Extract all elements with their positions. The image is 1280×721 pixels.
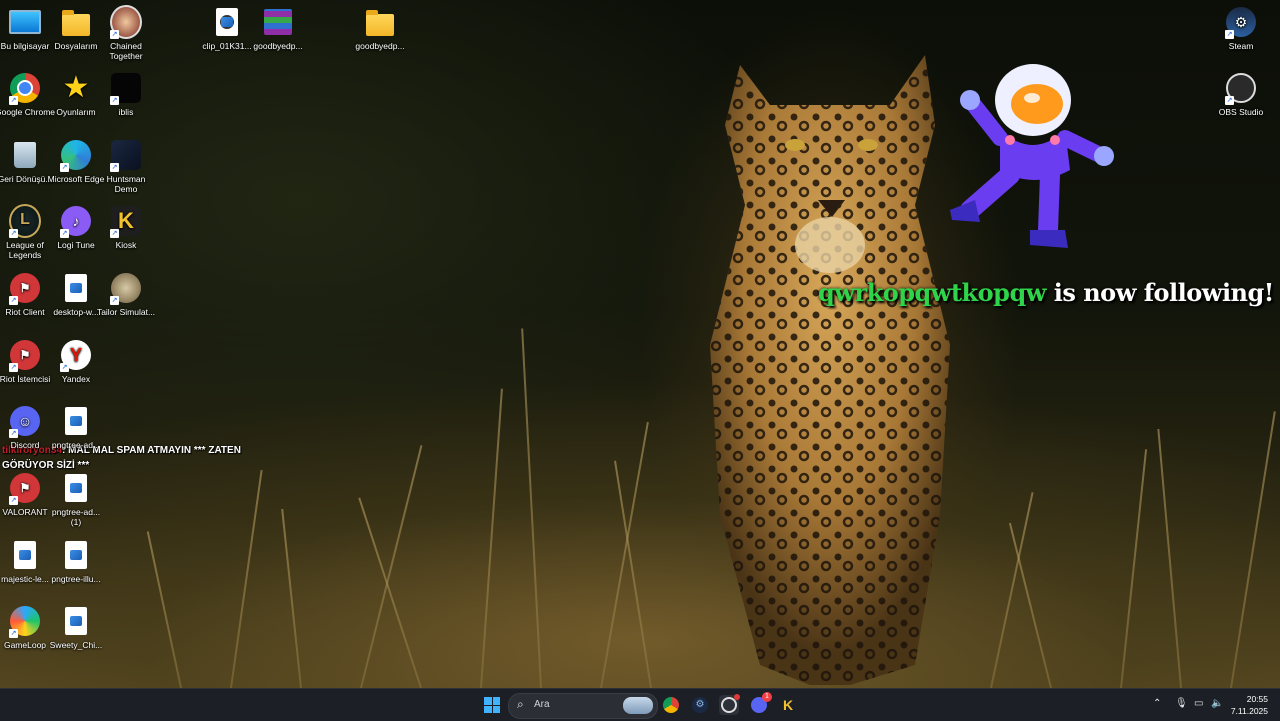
obs-icon: ↗ [1225,72,1257,105]
gameloop-icon: ↗ [9,605,41,638]
riot-icon: ⚑ ↗ [9,272,41,305]
desktop-icon-iblis[interactable]: ↗ iblis [96,72,156,117]
logi-tune-icon: ♪ ↗ [60,205,92,238]
chained-together-icon: ↗ [110,5,142,39]
desktop-icon-label: Yandex [61,374,91,384]
folder-icon [364,6,396,38]
desktop-icon-chained-together[interactable]: ↗ Chained Together [96,5,156,61]
leopard-wallpaper-image [710,55,950,685]
taskbar-chrome-icon[interactable] [661,695,681,715]
desktop-icon-label: pngtree-illu... [51,574,101,584]
taskbar-discord-icon[interactable]: 1 [749,692,772,715]
desktop-icon-kiosk[interactable]: K ↗ Kiosk [96,205,156,250]
winrar-archive-icon [262,6,294,38]
discord-icon: ☺ ↗ [9,405,41,438]
desktop-icon-yandex[interactable]: Y ↗ Yandex [46,339,106,384]
desktop-icon-label: Chained Together [109,41,143,61]
search-box[interactable]: ⌕ Ara [508,693,658,719]
image-file-icon [9,539,41,571]
desktop-icon-label: pngtree-ad... [51,440,101,450]
volume-icon[interactable]: 🔈 [1211,698,1223,710]
riot-icon: ⚑ ↗ [9,339,41,372]
chevron-up-icon[interactable]: ⌃ [1153,698,1161,710]
folder-icon [60,6,92,38]
desktop-icon-label: Steam [1228,41,1254,51]
desktop-icon-label: goodbyedp... [253,41,303,51]
video-file-icon: ▶ [211,6,243,38]
follow-alert-text: is now following! [1045,278,1275,307]
desktop-icon-obs-studio[interactable]: ↗ OBS Studio [1211,72,1271,117]
riot-icon: ⚑ ↗ [9,472,41,505]
desktop-icon-label: Sweety_Chi... [49,640,103,650]
desktop-icon-pngtree-ad[interactable]: pngtree-ad... [46,405,106,450]
clock-time: 20:55 [1246,694,1268,704]
search-placeholder: Ara [534,699,550,710]
taskbar: ⌕ Ara ⚙ 1 K ⌃ 🎙 ▭ 🔈 20:55 7.11.2025 [0,688,1280,721]
yandex-icon: Y ↗ [60,339,92,372]
desktop-icon-label: Tailor Simulat... [96,307,156,317]
steam-icon: ⚙ ↗ [1225,6,1257,39]
image-file-icon [60,605,92,637]
image-file-icon [60,539,92,571]
recycle-bin-icon [9,139,41,171]
monitor-icon [9,6,41,38]
taskbar-kiosk-icon[interactable]: K [778,695,798,715]
desktop-icon-label: Kiosk [115,240,137,250]
discord-badge: 1 [762,692,772,702]
clock-date: 7.11.2025 [1230,706,1268,716]
taskbar-obs-icon[interactable] [719,694,740,715]
desktop-icon-label: OBS Studio [1218,107,1264,117]
follower-name: qwrkopqwtkopqw [818,278,1046,307]
clock[interactable]: 20:55 7.11.2025 [1231,693,1268,717]
desktop-icon-sweety-chi[interactable]: Sweety_Chi... [46,605,106,650]
desktop-icon-goodbyedp-folder[interactable]: goodbyedp... [350,6,410,51]
desktop-icon-label: iblis [118,107,134,117]
desktop-icon-label: goodbyedp... [355,41,405,51]
desktop-icon-label: Huntsman Demo [106,174,146,194]
desktop-icon-pngtree-ad-1[interactable]: pngtree-ad... (1) [46,472,106,527]
microphone-icon[interactable]: 🎙 [1175,698,1188,710]
desktop-wallpaper: qwrkopqwtkopqw is now following! tilkiro… [0,0,1280,688]
image-file-icon [60,272,92,304]
image-file-icon [60,405,92,437]
astronaut-sticker [950,64,1114,248]
kiosk-icon: K ↗ [110,205,142,238]
desktop-icon-pngtree-illu[interactable]: pngtree-illu... [46,539,106,584]
huntsman-icon: ↗ [110,139,142,172]
windows-start-icon[interactable] [482,695,502,715]
taskbar-steam-icon[interactable]: ⚙ [690,695,710,715]
desktop-icon-label: pngtree-ad... (1) [51,507,101,527]
search-highlight-icon [623,697,653,714]
desktop-icon-tailor-simulator[interactable]: ↗ Tailor Simulat... [96,272,156,317]
search-icon: ⌕ [517,697,524,711]
star-icon: ★ [62,71,90,104]
black-app-icon: ↗ [110,72,142,105]
edge-icon: ↗ [60,139,92,172]
network-icon[interactable]: ▭ [1194,698,1203,710]
chrome-icon: ↗ [9,72,41,105]
desktop-icon-steam[interactable]: ⚙ ↗ Steam [1211,6,1271,51]
league-icon: L ↗ [9,204,41,238]
desktop-icon-huntsman-demo[interactable]: ↗ Huntsman Demo [96,139,156,194]
follow-alert: qwrkopqwtkopqw is now following! [818,278,1274,307]
desktop-icon-goodbyedp-archive[interactable]: goodbyedp... [248,6,308,51]
image-file-icon [60,472,92,504]
tailor-icon: ↗ [110,272,142,305]
